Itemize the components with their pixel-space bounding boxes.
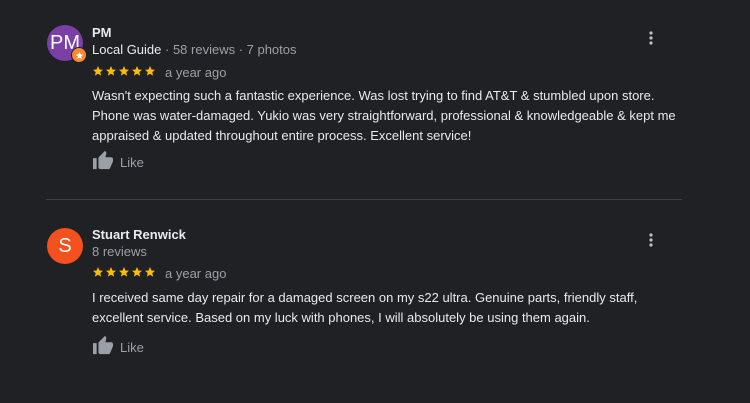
- review-time: a year ago: [165, 65, 227, 80]
- reviewer-name[interactable]: Stuart Renwick: [92, 227, 186, 242]
- avatar[interactable]: S: [47, 228, 83, 264]
- review-text: Wasn't expecting such a fantastic experi…: [92, 88, 676, 143]
- star-icon: [93, 267, 103, 277]
- star-icon: [119, 66, 129, 76]
- star-icon: [106, 267, 116, 277]
- local-guide-star-icon: [71, 47, 87, 63]
- reviewer-meta[interactable]: Local Guide · 58 reviews · 7 photos: [92, 42, 297, 57]
- review-count: · 58 reviews · 7 photos: [161, 42, 297, 57]
- like-label: Like: [120, 340, 144, 355]
- divider: [46, 199, 682, 200]
- reviewer-name[interactable]: PM: [92, 25, 112, 40]
- like-label: Like: [120, 155, 144, 170]
- avatar-initials: S: [58, 235, 72, 257]
- star-icon: [106, 66, 116, 76]
- like-button[interactable]: Like: [92, 335, 144, 360]
- star-icon: [145, 267, 155, 277]
- avatar[interactable]: PM: [47, 25, 87, 63]
- more-options-button[interactable]: [641, 232, 661, 252]
- star-icon: [119, 267, 129, 277]
- review-text: I received same day repair for a damaged…: [92, 290, 638, 325]
- thumb-up-icon: [92, 335, 114, 360]
- more-vert-icon: [649, 232, 653, 252]
- star-icon: [132, 66, 142, 76]
- like-button[interactable]: Like: [92, 150, 144, 175]
- more-vert-icon: [649, 30, 653, 50]
- thumb-up-icon: [92, 150, 114, 175]
- review-time: a year ago: [165, 266, 227, 281]
- star-rating: [92, 266, 156, 278]
- local-guide-label: Local Guide: [92, 42, 162, 57]
- star-icon: [132, 267, 142, 277]
- star-rating: [92, 65, 156, 77]
- more-options-button[interactable]: [641, 30, 661, 50]
- review-count: 8 reviews: [92, 244, 147, 259]
- star-icon: [93, 66, 103, 76]
- star-icon: [145, 66, 155, 76]
- reviewer-meta[interactable]: 8 reviews: [92, 244, 147, 259]
